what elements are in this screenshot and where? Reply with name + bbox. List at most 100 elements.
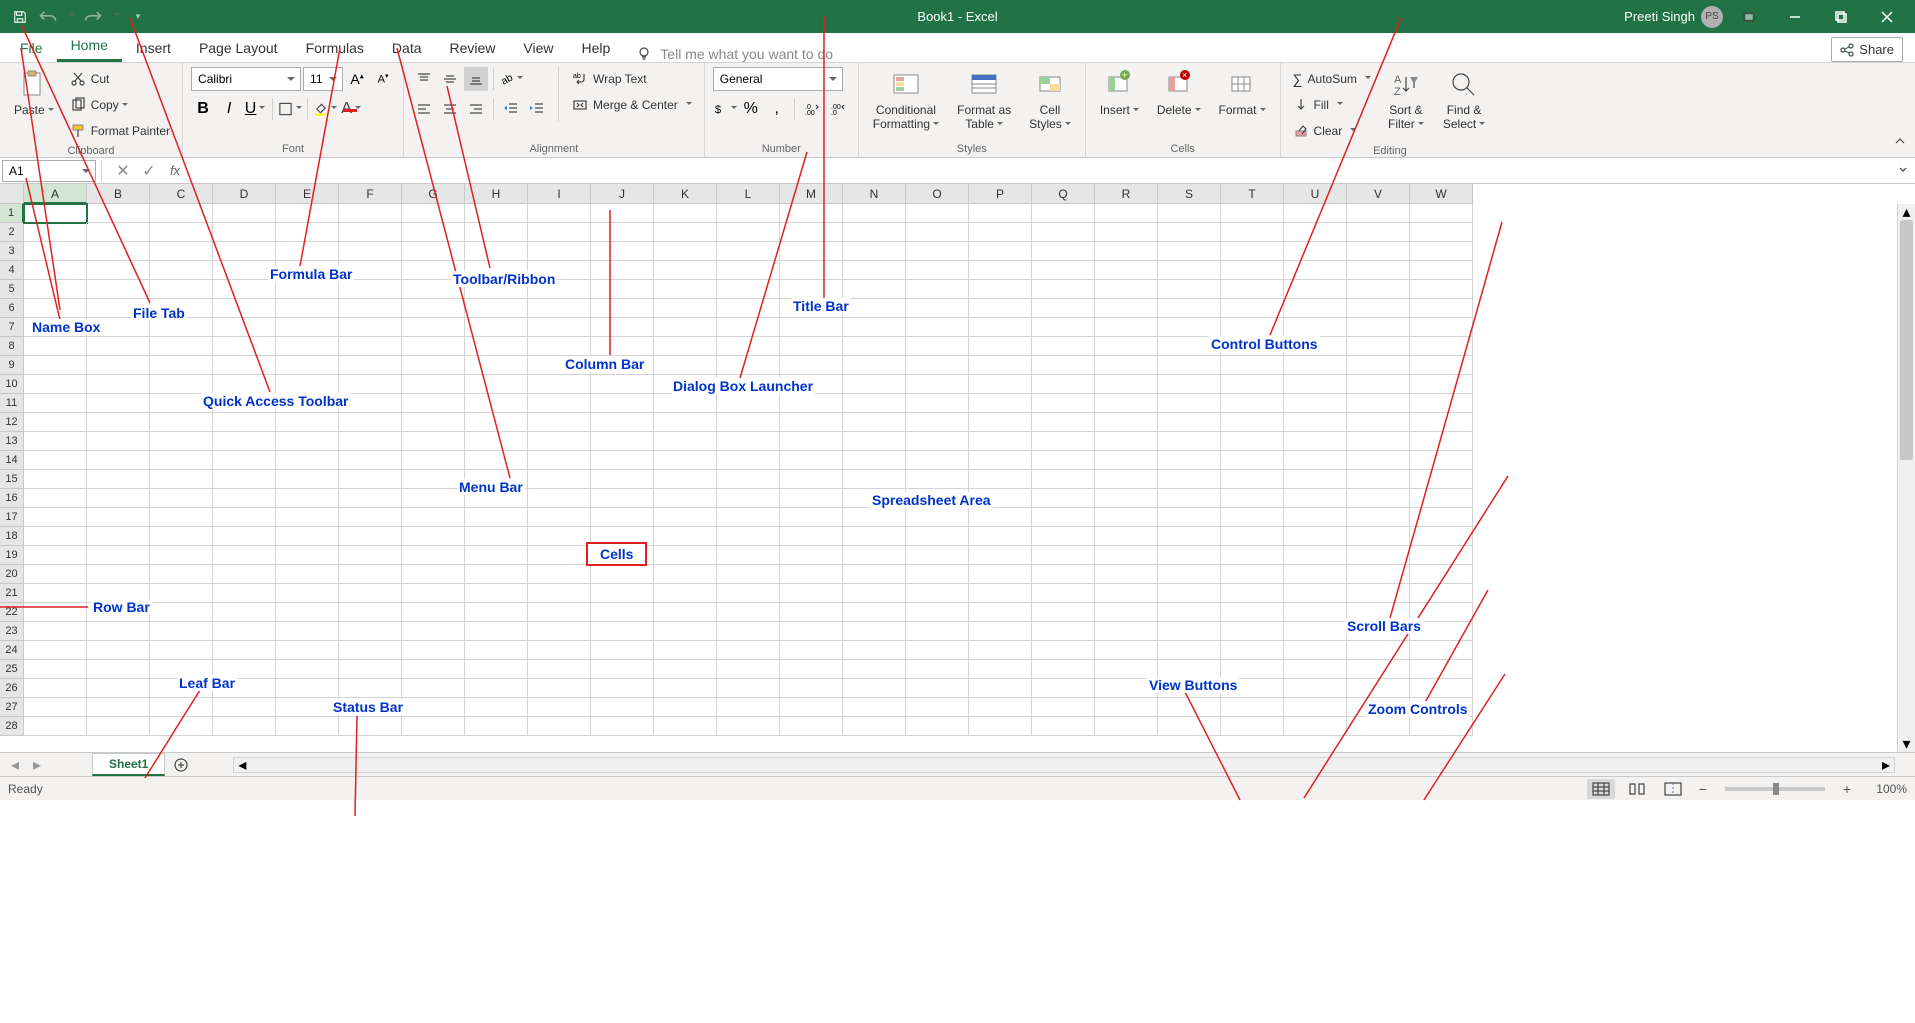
cell-N24[interactable] — [843, 641, 906, 660]
cell-B27[interactable] — [87, 698, 150, 717]
cell-I1[interactable] — [528, 204, 591, 223]
paste-button[interactable]: Paste — [8, 67, 60, 119]
cell-C12[interactable] — [150, 413, 213, 432]
cell-I23[interactable] — [528, 622, 591, 641]
cell-K6[interactable] — [654, 299, 717, 318]
column-header-U[interactable]: U — [1284, 184, 1347, 204]
cell-D24[interactable] — [213, 641, 276, 660]
cell-R18[interactable] — [1095, 527, 1158, 546]
cell-D5[interactable] — [213, 280, 276, 299]
cell-R17[interactable] — [1095, 508, 1158, 527]
cell-M22[interactable] — [780, 603, 843, 622]
cell-T5[interactable] — [1221, 280, 1284, 299]
cell-Q23[interactable] — [1032, 622, 1095, 641]
cell-M28[interactable] — [780, 717, 843, 736]
cell-Q28[interactable] — [1032, 717, 1095, 736]
cell-M20[interactable] — [780, 565, 843, 584]
cell-J11[interactable] — [591, 394, 654, 413]
cell-N28[interactable] — [843, 717, 906, 736]
cell-A17[interactable] — [24, 508, 87, 527]
tab-insert[interactable]: Insert — [122, 34, 185, 62]
cell-W25[interactable] — [1410, 660, 1473, 679]
cell-S16[interactable] — [1158, 489, 1221, 508]
cell-J7[interactable] — [591, 318, 654, 337]
cell-styles-button[interactable]: Cell Styles — [1023, 67, 1077, 134]
cell-S4[interactable] — [1158, 261, 1221, 280]
cell-L3[interactable] — [717, 242, 780, 261]
cell-U9[interactable] — [1284, 356, 1347, 375]
cell-Q5[interactable] — [1032, 280, 1095, 299]
cell-J14[interactable] — [591, 451, 654, 470]
formula-input[interactable] — [196, 160, 1897, 182]
cell-B3[interactable] — [87, 242, 150, 261]
cell-K4[interactable] — [654, 261, 717, 280]
cell-D1[interactable] — [213, 204, 276, 223]
row-header-16[interactable]: 16 — [0, 489, 24, 508]
copy-button[interactable]: Copy — [66, 93, 174, 117]
cell-M23[interactable] — [780, 622, 843, 641]
cell-G26[interactable] — [402, 679, 465, 698]
cell-B8[interactable] — [87, 337, 150, 356]
cell-W19[interactable] — [1410, 546, 1473, 565]
cell-L1[interactable] — [717, 204, 780, 223]
cell-W8[interactable] — [1410, 337, 1473, 356]
cell-V2[interactable] — [1347, 223, 1410, 242]
cell-C22[interactable] — [150, 603, 213, 622]
cell-L16[interactable] — [717, 489, 780, 508]
cell-K27[interactable] — [654, 698, 717, 717]
cells-area[interactable] — [24, 204, 1473, 736]
cell-E13[interactable] — [276, 432, 339, 451]
cell-K22[interactable] — [654, 603, 717, 622]
close-button[interactable] — [1867, 0, 1907, 33]
cell-C9[interactable] — [150, 356, 213, 375]
share-button[interactable]: Share — [1831, 37, 1903, 62]
cell-I27[interactable] — [528, 698, 591, 717]
cell-U16[interactable] — [1284, 489, 1347, 508]
cell-T4[interactable] — [1221, 261, 1284, 280]
cell-D22[interactable] — [213, 603, 276, 622]
cell-S2[interactable] — [1158, 223, 1221, 242]
cell-I20[interactable] — [528, 565, 591, 584]
row-header-26[interactable]: 26 — [0, 679, 24, 698]
cell-R10[interactable] — [1095, 375, 1158, 394]
cell-N6[interactable] — [843, 299, 906, 318]
cell-B20[interactable] — [87, 565, 150, 584]
cell-Q20[interactable] — [1032, 565, 1095, 584]
cell-F7[interactable] — [339, 318, 402, 337]
cell-W24[interactable] — [1410, 641, 1473, 660]
cell-T7[interactable] — [1221, 318, 1284, 337]
cell-L27[interactable] — [717, 698, 780, 717]
vscroll-thumb[interactable] — [1900, 220, 1913, 460]
cell-U24[interactable] — [1284, 641, 1347, 660]
cell-C19[interactable] — [150, 546, 213, 565]
cell-A9[interactable] — [24, 356, 87, 375]
cell-G14[interactable] — [402, 451, 465, 470]
cell-T12[interactable] — [1221, 413, 1284, 432]
cell-Q7[interactable] — [1032, 318, 1095, 337]
align-bottom-button[interactable] — [464, 67, 488, 91]
cell-T1[interactable] — [1221, 204, 1284, 223]
cell-R27[interactable] — [1095, 698, 1158, 717]
cell-F8[interactable] — [339, 337, 402, 356]
cell-P5[interactable] — [969, 280, 1032, 299]
cell-G10[interactable] — [402, 375, 465, 394]
page-layout-view-button[interactable] — [1623, 779, 1651, 799]
cell-M11[interactable] — [780, 394, 843, 413]
cell-J10[interactable] — [591, 375, 654, 394]
cell-T10[interactable] — [1221, 375, 1284, 394]
cell-T19[interactable] — [1221, 546, 1284, 565]
cell-I12[interactable] — [528, 413, 591, 432]
cell-T27[interactable] — [1221, 698, 1284, 717]
undo-button[interactable] — [38, 7, 58, 27]
cell-F5[interactable] — [339, 280, 402, 299]
cell-U10[interactable] — [1284, 375, 1347, 394]
cell-U13[interactable] — [1284, 432, 1347, 451]
cell-R4[interactable] — [1095, 261, 1158, 280]
cell-A26[interactable] — [24, 679, 87, 698]
cell-J8[interactable] — [591, 337, 654, 356]
cell-J5[interactable] — [591, 280, 654, 299]
cell-F25[interactable] — [339, 660, 402, 679]
cell-S23[interactable] — [1158, 622, 1221, 641]
cell-G7[interactable] — [402, 318, 465, 337]
cell-D2[interactable] — [213, 223, 276, 242]
